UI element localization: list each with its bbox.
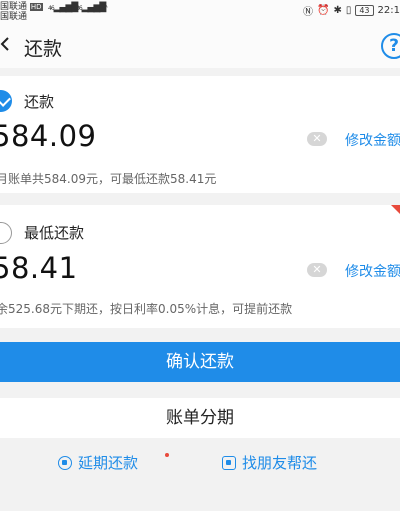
status-icons: Ⓝ ⏰ ✱ ▯ 43 22:1: [303, 3, 400, 18]
repay-option-minimum[interactable]: 最低还款 58.41 ✕ 修改金额 余525.68元下期还，按日利率0.05%计…: [0, 205, 400, 328]
confirm-repay-button[interactable]: 确认还款: [0, 342, 400, 382]
radio-checked-icon[interactable]: [0, 90, 12, 112]
modify-amount-link[interactable]: 修改金额: [345, 130, 400, 150]
defer-repay-link[interactable]: 延期还款: [58, 452, 138, 473]
option-label: 最低还款: [24, 224, 85, 242]
signal-icon: 46▂▄▆█: [48, 3, 78, 13]
friend-icon: [222, 455, 236, 470]
friend-repay-link[interactable]: 找朋友帮还: [222, 452, 317, 473]
amount-value[interactable]: 58.41: [0, 251, 78, 285]
friend-repay-label: 找朋友帮还: [242, 454, 318, 472]
alarm-icon: ⏰: [316, 5, 330, 16]
option-description: 余525.68元下期还，按日利率0.05%计息，可提前还款: [0, 302, 293, 316]
clear-icon[interactable]: ✕: [307, 132, 327, 146]
bluetooth-icon: ✱: [333, 5, 342, 16]
back-icon[interactable]: [0, 37, 10, 51]
carrier-label-secondary: 国联通: [0, 12, 28, 22]
corner-badge: [391, 205, 400, 215]
help-icon[interactable]: ?: [381, 33, 400, 59]
option-description: 月账单共584.09元，可最低还款58.41元: [0, 172, 217, 186]
battery-icon: 43: [355, 5, 374, 16]
vibrate-icon: ▯: [345, 5, 352, 16]
header: 还款 ?: [0, 24, 400, 68]
page-title: 还款: [24, 38, 63, 60]
wifi-icon: ◠: [100, 3, 108, 13]
amount-value[interactable]: 584.09: [0, 119, 96, 153]
radio-unchecked-icon[interactable]: [0, 222, 12, 244]
clock: 22:1: [377, 5, 400, 16]
option-label: 还款: [24, 93, 55, 111]
notification-dot: [165, 453, 169, 457]
status-bar: 国联通 HD 国联通 46▂▄▆█ 36▂▄▆█ ◠ Ⓝ ⏰ ✱ ▯ 43 22…: [0, 0, 400, 24]
clear-icon[interactable]: ✕: [307, 263, 327, 277]
nfc-icon: Ⓝ: [302, 7, 313, 18]
repay-option-full[interactable]: 还款 584.09 ✕ 修改金额 月账单共584.09元，可最低还款58.41元: [0, 76, 400, 193]
defer-icon: [58, 455, 72, 470]
defer-repay-label: 延期还款: [78, 454, 139, 472]
modify-amount-link[interactable]: 修改金额: [345, 261, 400, 281]
bill-installment-button[interactable]: 账单分期: [0, 398, 400, 438]
